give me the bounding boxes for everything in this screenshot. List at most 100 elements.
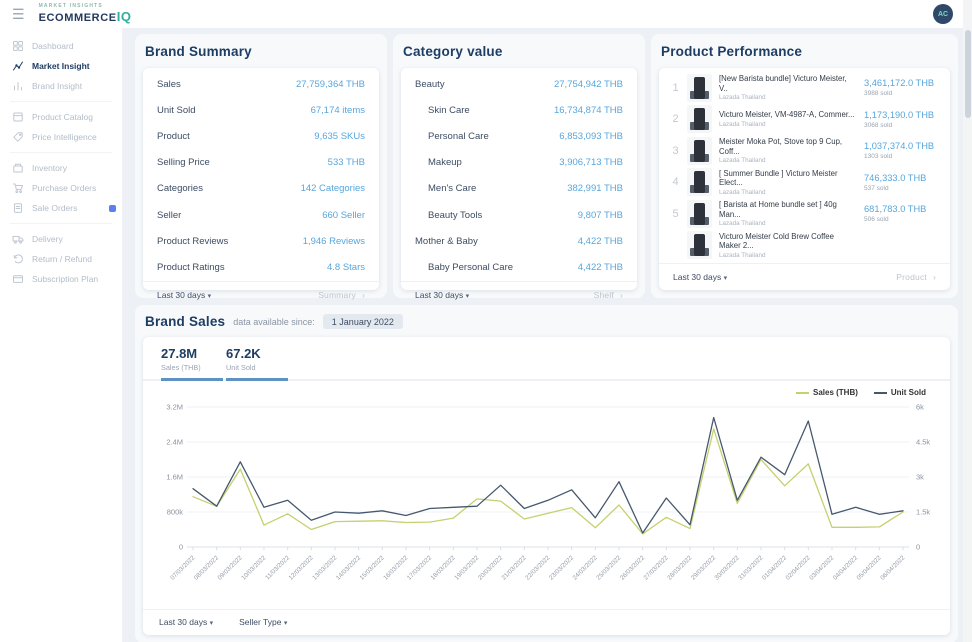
metric-row: Beauty Tools9,807 THB [415,202,623,228]
product-row[interactable]: 4[ Summer Bundle ] Victuro Meister Elect… [671,167,938,199]
metric-label: Makeup [415,157,462,168]
metric-label: Baby Personal Care [415,262,513,273]
metric-value: 27,754,942 THB [554,79,623,90]
sidebar-divider [10,152,112,153]
metric-value: 9,635 SKUs [314,131,365,142]
sidebar-item-purchase-orders[interactable]: Purchase Orders [0,178,122,198]
chart-filter-seller-type[interactable]: Seller Type ▾ [239,617,287,627]
legend-line-swatch [796,392,809,394]
sidebar-item-dashboard[interactable]: Dashboard [0,36,122,56]
sidebar-item-label: Dashboard [32,41,74,51]
product-name: Victuro Meister Cold Brew Coffee Maker 2… [719,232,857,251]
metric-label: Men's Care [415,183,476,194]
metric-value: 3,906,713 THB [559,157,623,168]
metric-value: 660 Seller [322,210,365,221]
product-name: [New Barista bundle] Victuro Meister, V.… [719,74,857,93]
svg-text:10/03/2022: 10/03/2022 [240,554,268,582]
metric-value: 67,174 items [311,105,365,116]
metric-tab-unit-sold[interactable]: 67.2KUnit Sold [226,346,288,379]
hamburger-menu-icon[interactable]: ☰ [12,7,25,21]
chart-filter-last-30-days[interactable]: Last 30 days ▾ [159,617,213,627]
product-rank: 5 [671,208,680,220]
vertical-scrollbar[interactable] [963,0,972,642]
product-sold-count: 1303 sold [864,153,938,160]
product-row[interactable]: Victuro Meister Cold Brew Coffee Maker 2… [671,230,938,262]
svg-text:1.5k: 1.5k [916,508,930,517]
product-sales: 746,333.0 THB537 sold [864,173,938,192]
chevron-down-icon: ▾ [208,293,212,300]
sidebar-item-product-catalog[interactable]: Product Catalog [0,107,122,127]
metric-label: Unit Sold [157,105,196,116]
product-seller: Lazada Thailand [719,94,857,101]
metric-row: Men's Care382,991 THB [415,176,623,202]
sidebar-item-inventory[interactable]: Inventory [0,158,122,178]
sidebar-item-price-intelligence[interactable]: Price Intelligence [0,127,122,147]
metric-row: Baby Personal Care4,422 THB [415,254,623,280]
product-row[interactable]: 1[New Barista bundle] Victuro Meister, V… [671,72,938,104]
product-price: 1,173,190.0 THB [864,110,938,121]
product-performance-link[interactable]: Product› [896,272,936,282]
sidebar-item-subscription-plan[interactable]: Subscription Plan [0,269,122,289]
sidebar-item-return-refund[interactable]: Return / Refund [0,249,122,269]
category-value-section: Category value Beauty27,754,942 THBSkin … [393,34,645,298]
brand-summary-title: Brand Summary [143,38,379,68]
brand-summary-link[interactable]: Summary› [318,290,365,300]
sidebar-item-delivery[interactable]: Delivery [0,229,122,249]
product-performance-rows: 1[New Barista bundle] Victuro Meister, V… [659,68,950,263]
product-thumbnail [687,74,712,102]
product-info: Victuro Meister, VM-4987-A, Commer...Laz… [719,110,857,128]
product-info: [ Summer Bundle ] Victuro Meister Elect.… [719,169,857,196]
product-rank: 2 [671,113,680,125]
category-value-title: Category value [401,38,637,68]
svg-text:3k: 3k [916,473,924,482]
product-row[interactable]: 2 Victuro Meister, VM-4987-A, Commer...La… [671,104,938,136]
sidebar-item-brand-insight[interactable]: Brand Insight [0,76,122,96]
avatar[interactable]: AC [933,4,953,24]
brand-summary-range-filter[interactable]: Last 30 days ▾ [157,290,211,300]
sidebar-item-label: Price Intelligence [32,132,97,142]
subscription-plan-icon [12,273,24,285]
metric-row: Seller660 Seller [157,202,365,228]
sidebar-item-sale-orders[interactable]: Sale Orders [0,198,122,218]
product-performance-section: Product Performance 1[New Barista bundle… [651,34,958,298]
metric-row: Unit Sold 67,174 items [157,97,365,123]
chevron-down-icon: ▾ [724,275,728,282]
product-info: [New Barista bundle] Victuro Meister, V.… [719,74,857,101]
metric-tab-label: Unit Sold [226,363,288,372]
sidebar-divider [10,223,112,224]
metric-label: Product Reviews [157,236,228,247]
market-insight-dashboard: ☰ Market Insights ECOMMERCEIQ AC Dashboa… [0,0,972,642]
ecommerceiq-logo[interactable]: Market Insights ECOMMERCEIQ [39,4,132,24]
chart-area: 00800k1.5k1.6M3k2.4M4.5k3.2M6k07/03/2022… [143,397,950,609]
metric-tab-sales-thb[interactable]: 27.8MSales (THB) [161,346,223,379]
svg-text:2.4M: 2.4M [166,438,183,447]
sidebar-item-label: Product Catalog [32,112,93,122]
product-name: Meister Moka Pot, Stove top 9 Cup, Coff.… [719,137,857,156]
metric-value: 27,759,364 THB [296,79,365,90]
sidebar: Dashboard Market InsightBrand Insight Prod… [0,28,123,642]
filter-label: Last 30 days [159,617,207,627]
product-sales: 3,461,172.0 THB3988 sold [864,78,938,97]
sidebar-item-label: Purchase Orders [32,183,96,193]
scrollbar-thumb[interactable] [965,30,971,118]
product-performance-range-filter[interactable]: Last 30 days ▾ [673,272,727,282]
product-seller: Lazada Thailand [719,252,857,259]
product-row[interactable]: 3Meister Moka Pot, Stove top 9 Cup, Coff… [671,135,938,167]
sidebar-item-label: Sale Orders [32,203,77,213]
metric-label: Sales [157,79,181,90]
product-sold-count: 3068 sold [864,122,938,129]
sidebar-item-market-insight[interactable]: Market Insight [0,56,122,76]
svg-text:4.5k: 4.5k [916,438,930,447]
category-value-range-filter[interactable]: Last 30 days ▾ [415,290,469,300]
product-sales [864,245,938,246]
chevron-right-icon: › [933,272,936,282]
svg-text:6k: 6k [916,403,924,412]
metric-row: Selling Price533 THB [157,150,365,176]
legend-item[interactable]: Unit Sold [874,388,926,397]
product-sales: 1,037,374.0 THB1303 sold [864,141,938,160]
legend-item[interactable]: Sales (THB) [796,388,858,397]
product-sales: 681,783.0 THB506 sold [864,204,938,223]
purchase-orders-icon [12,182,24,194]
product-row[interactable]: 5[ Barista at Home bundle set ] 40g Man.… [671,198,938,230]
category-value-link[interactable]: Shelf› [594,290,623,300]
